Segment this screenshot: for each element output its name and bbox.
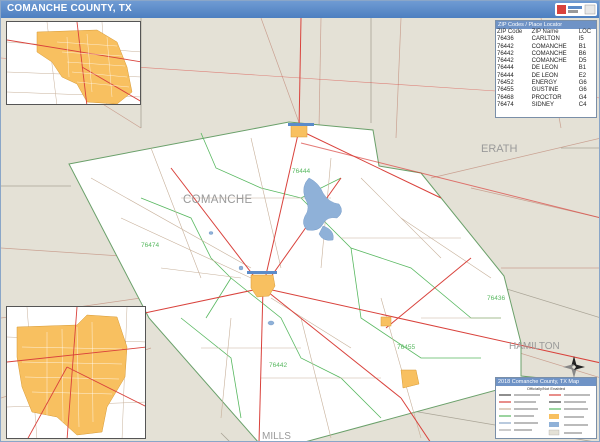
zip-label: 76474 [141, 242, 159, 249]
zip-code-cell: 76444 [497, 65, 514, 72]
inset-map-comanche[interactable] [6, 306, 146, 439]
table-row: 76442 COMANCHE B1 [496, 44, 596, 51]
map-legend: 2018 Comanche County, TX Map Officially/… [495, 377, 597, 439]
label-comanche-county: COMANCHE [183, 194, 253, 206]
column-header: ZIP Code [497, 29, 523, 35]
zip-code-cell: 76442 [497, 50, 514, 57]
loc-cell: G6 [578, 87, 587, 94]
loc-cell: E2 [578, 72, 587, 79]
zip-name-cell: ENERGY [531, 80, 557, 87]
label-erath: ERATH [481, 143, 518, 155]
page-title: COMANCHE COUNTY, TX [7, 3, 132, 14]
zip-name-cell: COMANCHE [531, 43, 567, 50]
table-row: 76444 DE LEON E2 [496, 73, 596, 80]
column-header: ZIP Name [531, 29, 559, 35]
zip-table-heading: ZIP Codes / Place Locator [496, 21, 596, 29]
zip-code-cell: 76442 [497, 43, 514, 50]
zip-name-cell: GUSTINE [531, 87, 559, 94]
zip-code-cell: 76474 [497, 101, 514, 108]
zip-label: 76455 [397, 344, 415, 351]
table-row: 76442 COMANCHE D5 [496, 58, 596, 65]
table-row: 76455 GUSTINE G6 [496, 87, 596, 94]
inset-map-de-leon[interactable] [6, 21, 141, 105]
loc-cell: B6 [578, 50, 587, 57]
city-gustine [380, 316, 392, 327]
legend-heading: 2018 Comanche County, TX Map [496, 378, 596, 386]
zip-code-cell: 76455 [497, 87, 514, 94]
loc-cell: C4 [578, 101, 587, 108]
loc-cell: G6 [578, 80, 587, 87]
table-row: 76468 PROCTOR G4 [496, 95, 596, 102]
table-row: 76442 COMANCHE B6 [496, 51, 596, 58]
zip-name-cell: CARLTON [531, 36, 560, 43]
table-row: 76474 SIDNEY C4 [496, 102, 596, 109]
label-mills: MILLS [262, 431, 291, 442]
loc-cell: G4 [578, 94, 587, 101]
map-frame: COMANCHE ERATH HAMILTON MILLS 76444 7647… [0, 0, 600, 442]
north-arrow-icon [562, 355, 586, 379]
zip-name-cell: SIDNEY [531, 101, 554, 108]
zip-table: ZIP Code ZIP Name LOC 76436 CARLTON I5 764… [496, 29, 596, 109]
legend-swatches [499, 394, 590, 436]
table-row: 76436 CARLTON I5 [496, 36, 596, 43]
zip-label: 76436 [487, 295, 505, 302]
legend-subtitle: Officially/Not Enabled [526, 386, 566, 391]
column-header: LOC [578, 29, 592, 35]
zip-name-cell: DE LEON [531, 72, 558, 79]
table-row: 76452 ENERGY G6 [496, 80, 596, 87]
zip-code-cell: 76452 [497, 80, 514, 87]
zip-name-cell: DE LEON [531, 65, 558, 72]
table-row: 76444 DE LEON B1 [496, 65, 596, 72]
zip-locator-table: ZIP Codes / Place Locator ZIP Code ZIP N… [495, 20, 597, 118]
zip-name-cell: PROCTOR [531, 94, 562, 101]
loc-cell: B1 [578, 65, 587, 72]
zip-name-cell: COMANCHE [531, 50, 567, 57]
loc-cell: B1 [578, 43, 587, 50]
zip-code-cell: 76468 [497, 94, 514, 101]
zip-code-cell: 76444 [497, 72, 514, 79]
zip-code-cell: 76436 [497, 36, 514, 43]
title-bar: COMANCHE COUNTY, TX [1, 1, 599, 18]
zip-name-cell: COMANCHE [531, 58, 567, 65]
loc-cell: D5 [578, 58, 587, 65]
zip-table-header-row: ZIP Code ZIP Name LOC [496, 29, 596, 36]
label-hamilton: HAMILTON [509, 341, 560, 352]
loc-cell: I5 [578, 36, 584, 43]
brand-logo [555, 3, 597, 16]
zip-code-cell: 76442 [497, 58, 514, 65]
zip-label: 76444 [292, 168, 310, 175]
zip-label: 76442 [269, 362, 287, 369]
